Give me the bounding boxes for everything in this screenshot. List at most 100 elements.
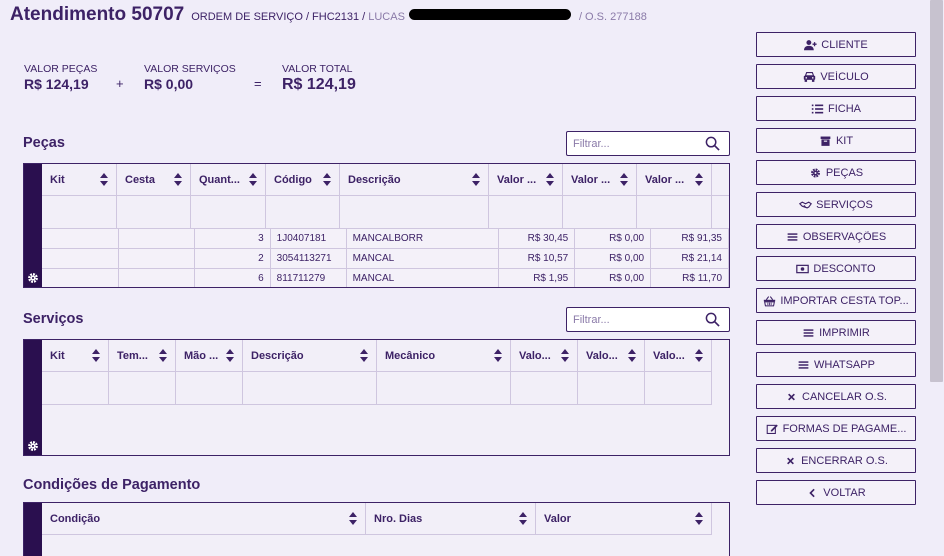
- col-header[interactable]: Valor ...: [563, 164, 637, 196]
- cell-kit: [42, 249, 119, 269]
- desconto-button[interactable]: DESCONTO: [756, 256, 916, 281]
- voltar-button[interactable]: VOLTAR: [756, 480, 916, 505]
- column-filter-cell[interactable]: [489, 196, 563, 229]
- servicos-button[interactable]: SERVIÇOS: [756, 192, 916, 217]
- column-filter-cell[interactable]: [42, 196, 117, 229]
- col-header[interactable]: Descrição: [243, 340, 377, 372]
- column-filter-cell[interactable]: [563, 196, 637, 229]
- col-header[interactable]: Condição: [42, 503, 366, 535]
- col-header[interactable]: Nro. Dias: [366, 503, 536, 535]
- column-filter-cell[interactable]: [109, 372, 176, 405]
- sort-icon[interactable]: [349, 512, 357, 525]
- col-header[interactable]: Quant...: [191, 164, 266, 196]
- servicos-filter[interactable]: [566, 307, 730, 332]
- sort-icon[interactable]: [100, 173, 108, 186]
- cliente-button[interactable]: CLIENTE: [756, 32, 916, 57]
- cell-cesta: [119, 229, 195, 249]
- column-filter-cell[interactable]: [243, 372, 377, 405]
- sort-icon[interactable]: [695, 173, 703, 186]
- servicos-filter-input[interactable]: [567, 308, 697, 331]
- sort-icon[interactable]: [620, 173, 628, 186]
- veiculo-button[interactable]: VEÍCULO: [756, 64, 916, 89]
- ficha-button[interactable]: FICHA: [756, 96, 916, 121]
- col-header[interactable]: Kit: [42, 164, 117, 196]
- col-header[interactable]: Valo...: [578, 340, 645, 372]
- col-header[interactable]: Tem...: [109, 340, 176, 372]
- table-row[interactable]: 2 3054113271 MANCAL R$ 10,57 R$ 0,00 R$ …: [42, 249, 729, 269]
- button-label: FORMAS DE PAGAME...: [782, 422, 907, 435]
- sort-icon[interactable]: [174, 173, 182, 186]
- col-header[interactable]: Kit: [42, 340, 109, 372]
- search-icon[interactable]: [705, 136, 720, 151]
- pagamento-header-row: Condição Nro. Dias Valor: [42, 503, 712, 535]
- column-filter-cell[interactable]: [511, 372, 578, 405]
- column-filter-cell[interactable]: [377, 372, 511, 405]
- pecas-title: Peças: [23, 135, 65, 151]
- page-title: Atendimento 50707: [10, 4, 185, 25]
- button-label: PEÇAS: [825, 166, 864, 179]
- cancelar-os-button[interactable]: CANCELAR O.S.: [756, 384, 916, 409]
- importar-cesta-button[interactable]: IMPORTAR CESTA TOP...: [756, 288, 916, 313]
- col-header[interactable]: Valor: [536, 503, 712, 535]
- pecas-button[interactable]: PEÇAS: [756, 160, 916, 185]
- formas-pagamento-button[interactable]: FORMAS DE PAGAME...: [756, 416, 916, 441]
- sort-icon[interactable]: [159, 349, 167, 362]
- col-header[interactable]: Código: [266, 164, 340, 196]
- money-icon: [796, 264, 810, 273]
- gear-icon[interactable]: [27, 272, 39, 284]
- sort-icon[interactable]: [695, 349, 703, 362]
- sort-icon[interactable]: [472, 173, 480, 186]
- col-header[interactable]: Valor ...: [489, 164, 563, 196]
- whatsapp-button[interactable]: WHATSAPP: [756, 352, 916, 377]
- col-header-label: Valor ...: [571, 174, 611, 186]
- button-label: IMPORTAR CESTA TOP...: [780, 294, 909, 307]
- column-filter-cell[interactable]: [266, 196, 340, 229]
- sort-icon[interactable]: [519, 512, 527, 525]
- encerrar-os-button[interactable]: ENCERRAR O.S.: [756, 448, 916, 473]
- sort-icon[interactable]: [494, 349, 502, 362]
- column-filter-cell[interactable]: [191, 196, 266, 229]
- bars-icon: [798, 360, 809, 369]
- sort-icon[interactable]: [323, 173, 331, 186]
- kit-button[interactable]: KIT: [756, 128, 916, 153]
- column-filter-cell[interactable]: [578, 372, 645, 405]
- col-header[interactable]: Valor ...: [637, 164, 712, 196]
- sort-icon[interactable]: [695, 512, 703, 525]
- col-header[interactable]: Mão ...: [176, 340, 243, 372]
- button-label: WHATSAPP: [814, 358, 875, 371]
- column-filter-cell[interactable]: [637, 196, 712, 229]
- col-header[interactable]: Mecânico: [377, 340, 511, 372]
- col-header-label: Código: [274, 174, 312, 186]
- sort-icon[interactable]: [360, 349, 368, 362]
- table-row[interactable]: 6 811711279 MANCAL R$ 1,95 R$ 0,00 R$ 11…: [42, 269, 729, 287]
- column-filter-cell[interactable]: [117, 196, 191, 229]
- observacoes-button[interactable]: OBSERVAÇÕES: [756, 224, 916, 249]
- col-header-label: Valor ...: [497, 174, 537, 186]
- sort-icon[interactable]: [226, 349, 234, 362]
- scrollbar-thumb[interactable]: [930, 0, 943, 382]
- col-header[interactable]: Valo...: [511, 340, 578, 372]
- imprimir-button[interactable]: IMPRIMIR: [756, 320, 916, 345]
- close-icon: [787, 457, 795, 464]
- search-icon[interactable]: [705, 312, 720, 327]
- col-header[interactable]: Cesta: [117, 164, 191, 196]
- column-filter-cell[interactable]: [645, 372, 712, 405]
- col-header[interactable]: Descrição: [340, 164, 489, 196]
- col-header[interactable]: Valo...: [645, 340, 712, 372]
- table-row[interactable]: 3 1J0407181 MANCALBORR R$ 30,45 R$ 0,00 …: [42, 229, 729, 249]
- cell-valor-desc: R$ 0,00: [575, 269, 652, 287]
- column-filter-cell[interactable]: [42, 372, 109, 405]
- sort-icon[interactable]: [249, 173, 257, 186]
- bars-icon: [787, 232, 798, 241]
- column-filter-cell[interactable]: [340, 196, 489, 229]
- sort-icon[interactable]: [546, 173, 554, 186]
- pecas-filter[interactable]: [566, 131, 730, 156]
- gear-icon[interactable]: [27, 440, 39, 452]
- sort-icon[interactable]: [92, 349, 100, 362]
- pecas-filter-row: [42, 196, 729, 229]
- sort-icon[interactable]: [628, 349, 636, 362]
- pecas-filter-input[interactable]: [567, 132, 697, 155]
- column-filter-cell[interactable]: [176, 372, 243, 405]
- sort-icon[interactable]: [561, 349, 569, 362]
- servicos-grid: Kit Tem... Mão ... Descrição Mecânico Va…: [23, 339, 730, 456]
